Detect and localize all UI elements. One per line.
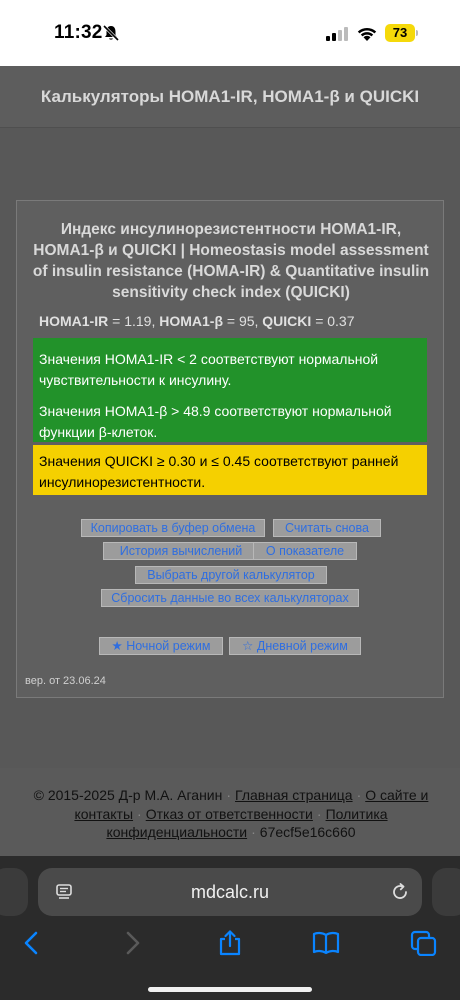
quicki-interpretation: Значения QUICKI ≥ 0.30 и ≤ 0.45 соответс… bbox=[33, 445, 427, 495]
next-tab-pill[interactable] bbox=[432, 868, 460, 916]
battery-tip bbox=[416, 30, 418, 36]
url-text: mdcalc.ru bbox=[190, 882, 270, 902]
previous-tab-pill[interactable] bbox=[0, 868, 28, 916]
copyright-text: © 2015-2025 Д-р М.А. Аганин bbox=[33, 787, 223, 803]
reload-icon[interactable] bbox=[390, 882, 410, 902]
homa-ir-interpretation: Значения HOMA1-IR < 2 соответствуют норм… bbox=[39, 351, 379, 388]
tabs-icon[interactable] bbox=[410, 930, 438, 956]
homa-b-label: HOMA1-β bbox=[159, 313, 223, 329]
share-icon[interactable] bbox=[216, 930, 244, 956]
wifi-icon bbox=[357, 27, 377, 41]
status-bar: 11:32 73 bbox=[0, 0, 460, 66]
about-indicator-button[interactable]: О показателе bbox=[253, 542, 357, 560]
reset-all-button[interactable]: Сбросить данные во всех калькуляторах bbox=[101, 589, 359, 607]
separator: · bbox=[137, 805, 142, 822]
day-mode-button[interactable]: ☆ Дневной режим bbox=[229, 637, 361, 655]
result-line: HOMA1-IR = 1.19, HOMA1-β = 95, QUICKI = … bbox=[39, 313, 355, 329]
status-time: 11:32 bbox=[54, 22, 103, 43]
version-label: вер. от 23.06.24 bbox=[25, 675, 106, 687]
bell-off-icon bbox=[102, 24, 120, 42]
recalculate-button[interactable]: Считать снова bbox=[273, 519, 381, 537]
copy-to-clipboard-button[interactable]: Копировать в буфер обмена bbox=[81, 519, 265, 537]
build-hash: 67ecf5e16c660 bbox=[259, 824, 356, 840]
homa-ir-label: HOMA1-IR bbox=[39, 313, 109, 329]
calculator-panel: Индекс инсулинорезистентности HOMA1-IR, … bbox=[16, 200, 444, 698]
cellular-signal-icon bbox=[326, 27, 348, 41]
footer: © 2015-2025 Д-р М.А. Аганин · Главная стра… bbox=[26, 786, 436, 842]
separator: · bbox=[356, 787, 362, 803]
home-link[interactable]: Главная страница bbox=[235, 787, 353, 803]
history-button[interactable]: История вычислений bbox=[103, 542, 259, 560]
app-header: Калькуляторы HOMA1-IR, HOMA1-β и QUICKI bbox=[0, 66, 460, 128]
homa-ir-value: = 1.19, bbox=[112, 313, 156, 329]
homa-b-interpretation: Значения HOMA1-β > 48.9 соответствуют но… bbox=[39, 403, 392, 440]
browser-toolbar: mdcalc.ru bbox=[0, 856, 460, 1000]
battery-indicator: 73 bbox=[385, 24, 415, 42]
disclaimer-link[interactable]: Отказ от ответственности bbox=[146, 806, 313, 822]
forward-icon[interactable] bbox=[118, 930, 146, 956]
separator: · bbox=[251, 824, 256, 840]
address-bar[interactable]: mdcalc.ru bbox=[38, 868, 422, 916]
choose-calculator-button[interactable]: Выбрать другой калькулятор bbox=[135, 566, 327, 584]
calculator-title: Индекс инсулинорезистентности HOMA1-IR, … bbox=[32, 221, 430, 301]
home-indicator bbox=[148, 987, 312, 992]
night-mode-button[interactable]: ★ Ночной режим bbox=[99, 637, 223, 655]
quicki-value: = 0.37 bbox=[315, 313, 355, 329]
quicki-label: QUICKI bbox=[262, 313, 312, 329]
separator: · bbox=[316, 805, 322, 822]
homa-b-value: = 95, bbox=[226, 313, 259, 329]
page-title: Калькуляторы HOMA1-IR, HOMA1-β и QUICKI bbox=[40, 87, 420, 106]
separator: · bbox=[226, 787, 232, 803]
bookmarks-icon[interactable] bbox=[312, 930, 340, 956]
back-icon[interactable] bbox=[18, 930, 46, 956]
